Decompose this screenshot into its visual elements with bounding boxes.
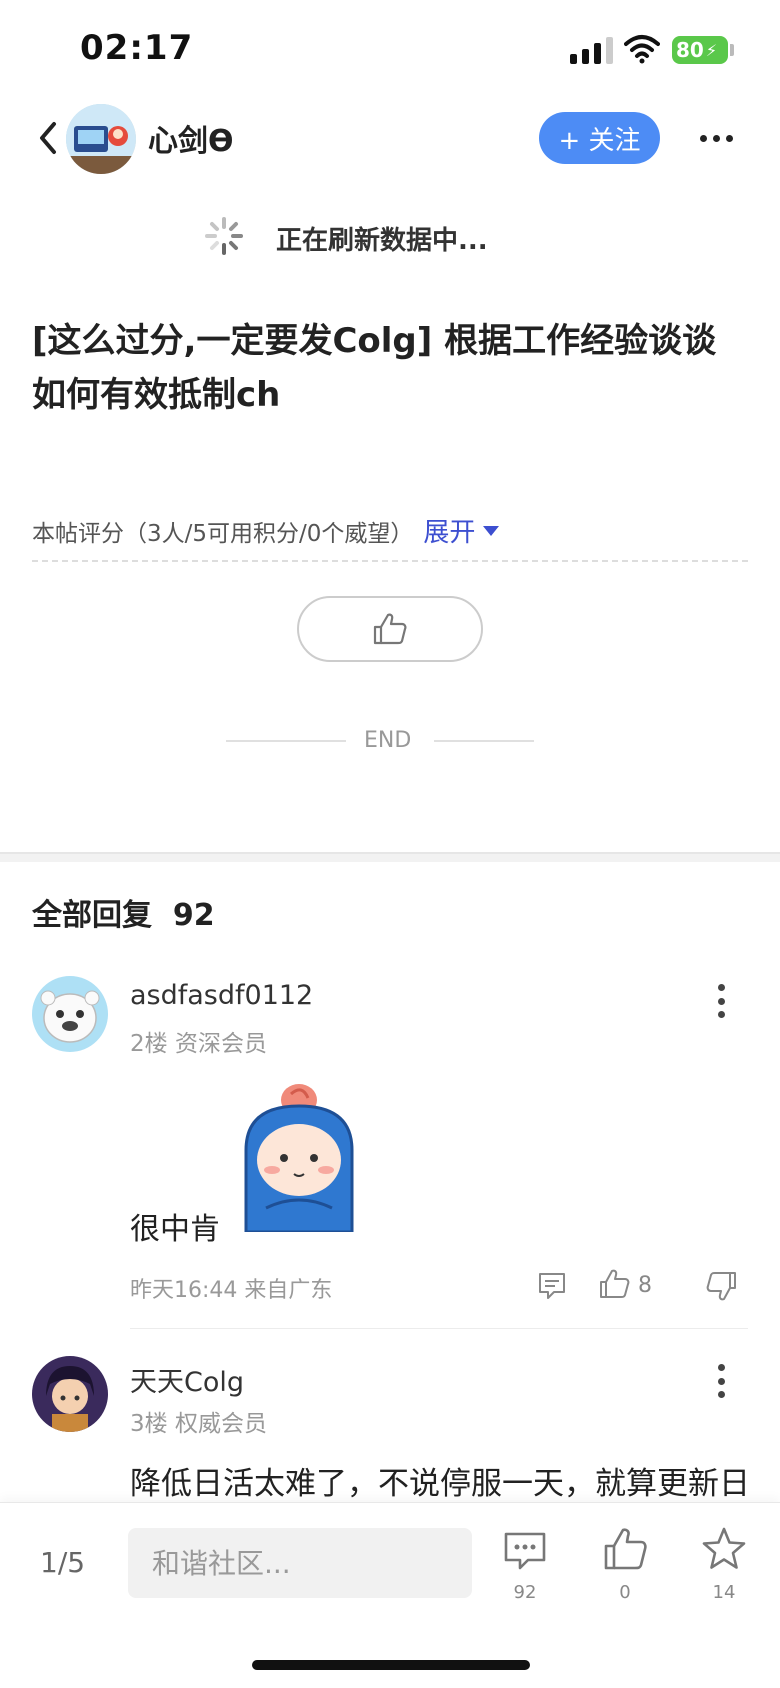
loading-spinner-icon: [205, 217, 243, 255]
sticker-image: [244, 1084, 354, 1232]
like-count: 0: [619, 1582, 631, 1603]
post-like-button[interactable]: [297, 596, 483, 662]
end-label: END: [364, 728, 412, 753]
reply-input[interactable]: [128, 1528, 472, 1598]
battery-indicator: 80 ⚡: [672, 36, 728, 64]
end-divider-right: [434, 740, 534, 742]
home-indicator[interactable]: [252, 1660, 530, 1670]
replies-count: 92: [172, 898, 215, 933]
comment-more-icon[interactable]: [716, 984, 726, 1018]
comment-dislike-icon[interactable]: [706, 1270, 738, 1302]
favorite-count: 14: [712, 1582, 736, 1603]
replies-header-label: 全部回复: [32, 898, 152, 933]
commenter-name[interactable]: asdfasdf0112: [130, 980, 313, 1011]
rating-text: 本帖评分（3人/5可用积分/0个威望）: [32, 520, 414, 547]
commenter-meta: 2楼 资深会员: [130, 1031, 267, 1057]
author-name[interactable]: 心剑ϴ: [148, 116, 234, 160]
like-icon[interactable]: [602, 1526, 648, 1572]
comment-like-count: 8: [638, 1273, 652, 1298]
commenter-avatar[interactable]: [32, 1356, 108, 1432]
expand-rating-link[interactable]: 展开: [423, 512, 475, 549]
commenter-avatar[interactable]: [32, 976, 108, 1052]
status-time: 02:17: [80, 28, 194, 68]
section-separator: [0, 852, 780, 862]
replies-header: 全部回复 92: [32, 890, 215, 934]
refresh-status-text: 正在刷新数据中...: [276, 226, 488, 256]
author-avatar[interactable]: [66, 104, 136, 174]
comment-timestamp: 昨天16:44 来自广东: [130, 1278, 333, 1303]
reply-comment-icon[interactable]: [536, 1270, 568, 1302]
thumbs-up-icon: [373, 613, 407, 645]
follow-button[interactable]: + 关注: [539, 112, 660, 164]
signal-icon: [570, 36, 613, 64]
post-title: [这么过分,一定要发Colg] 根据工作经验谈谈如何有效抵制ch: [32, 321, 717, 415]
comment-more-icon[interactable]: [716, 1364, 726, 1398]
comment-text: 很中肯: [130, 1212, 220, 1247]
post-rating: 本帖评分（3人/5可用积分/0个威望） 展开: [32, 512, 500, 549]
comments-count: 92: [513, 1582, 537, 1603]
battery-tip: [730, 44, 734, 56]
comment-divider: [130, 1328, 748, 1329]
page-indicator[interactable]: 1/5: [40, 1546, 85, 1579]
wifi-icon: [624, 35, 660, 64]
battery-level: 80: [676, 38, 704, 62]
back-arrow-icon[interactable]: [34, 118, 62, 158]
comment-text: 降低日活太难了，不说停服一天，就算更新日: [130, 1466, 750, 1502]
expand-caret-icon[interactable]: [483, 525, 500, 536]
commenter-name[interactable]: 天天Colg: [130, 1360, 244, 1399]
comment-like-icon[interactable]: [598, 1268, 630, 1300]
favorite-star-icon[interactable]: [701, 1526, 747, 1572]
end-divider-left: [226, 740, 346, 742]
comments-icon[interactable]: [502, 1528, 548, 1574]
dashed-divider: [32, 560, 748, 562]
charging-icon: ⚡: [705, 40, 718, 60]
commenter-meta: 3楼 权威会员: [130, 1411, 267, 1437]
more-options-icon[interactable]: [700, 124, 736, 152]
